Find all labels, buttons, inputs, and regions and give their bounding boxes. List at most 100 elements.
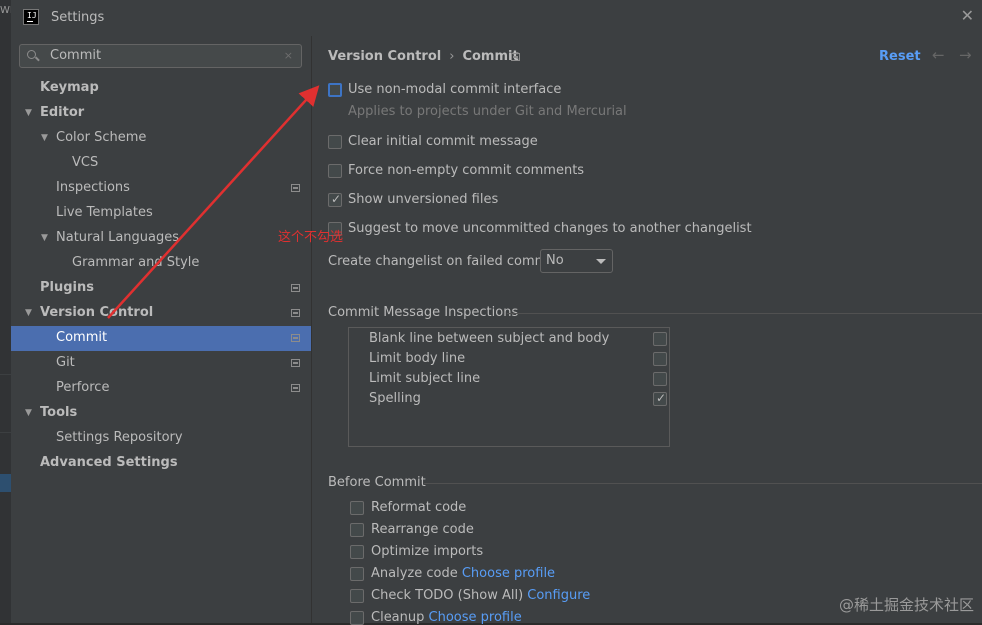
tree-item-inspections[interactable]: Inspections [11,176,311,201]
inspection-label[interactable]: Limit subject line [369,371,480,386]
chevron-down-icon [596,259,606,264]
tree-item-label: Tools [40,405,78,420]
search-icon [27,50,36,59]
expand-arrow-icon[interactable]: ▼ [41,133,48,143]
reformat-code-checkbox[interactable] [350,501,364,515]
non-modal-commit-hint: Applies to projects under Git and Mercur… [348,104,627,119]
inspection-checkbox[interactable] [653,352,667,366]
force-nonempty-comments-checkbox[interactable] [328,164,342,178]
tree-item-natural-languages[interactable]: ▼ Natural Languages [11,226,311,251]
tree-item-label: Settings Repository [56,430,183,445]
inspections-section-title: Commit Message Inspections [328,305,519,320]
project-settings-icon [511,53,520,61]
checkmark-icon: ✓ [656,391,667,405]
reformat-code-label[interactable]: Reformat code [371,500,466,515]
non-modal-commit-checkbox[interactable] [328,83,342,97]
force-nonempty-comments-label[interactable]: Force non-empty commit comments [348,163,584,178]
inspection-checkbox[interactable] [653,332,667,346]
watermark: @稀土掘金技术社区 [838,596,974,614]
rearrange-code-label[interactable]: Rearrange code [371,522,474,537]
tree-item-label: Commit [56,330,108,345]
inspection-label[interactable]: Blank line between subject and body [369,331,609,346]
expand-arrow-icon[interactable]: ▼ [41,233,48,243]
clear-commit-message-label[interactable]: Clear initial commit message [348,134,538,149]
tree-item-label: Grammar and Style [72,255,200,270]
suggest-move-label[interactable]: Suggest to move uncommitted changes to a… [348,221,752,236]
search-input[interactable]: Commit × [19,44,302,68]
tree-item-plugins[interactable]: Plugins [11,276,311,301]
show-unversioned-label[interactable]: Show unversioned files [348,192,498,207]
search-value: Commit [50,48,102,63]
create-changelist-select[interactable]: No [540,249,613,273]
before-commit-section-title: Before Commit [328,475,426,490]
settings-content: Version Control › Commit Reset ← → Use non… [312,36,982,625]
forward-arrow-icon[interactable]: → [959,46,972,64]
inspection-checkbox[interactable]: ✓ [653,391,667,406]
tree-item-label: Editor [40,105,85,120]
clear-commit-message-checkbox[interactable] [328,135,342,149]
tree-item-label: Natural Languages [56,230,180,245]
breadcrumb-separator: › [449,49,455,64]
tree-item-git[interactable]: Git [11,351,311,376]
close-icon[interactable]: ✕ [961,8,974,24]
choose-profile-link[interactable]: Choose profile [462,566,555,581]
clear-search-icon[interactable]: × [284,49,293,62]
tree-item-tools[interactable]: ▼ Tools [11,401,311,426]
tree-item-version-control[interactable]: ▼ Version Control [11,301,311,326]
tree-item-label: Keymap [40,80,99,95]
rearrange-code-checkbox[interactable] [350,523,364,537]
background-highlight [0,474,11,492]
project-settings-icon [291,284,300,292]
tree-item-editor[interactable]: ▼ Editor [11,101,311,126]
check-todo-label[interactable]: Check TODO (Show All) [371,588,523,603]
tree-item-commit[interactable]: Commit [11,326,311,351]
intellij-logo-icon: IJ [23,9,39,25]
analyze-code-checkbox[interactable] [350,567,364,581]
optimize-imports-label[interactable]: Optimize imports [371,544,483,559]
settings-sidebar: Commit × Keymap ▼ Editor ▼ Color Scheme … [11,36,311,623]
tree-item-perforce[interactable]: Perforce [11,376,311,401]
check-todo-row: Check TODO (Show All) Configure [371,588,590,603]
project-settings-icon [291,384,300,392]
tree-item-vcs[interactable]: VCS [11,151,311,176]
project-settings-icon [291,334,300,342]
tree-item-label: VCS [72,155,99,170]
check-todo-checkbox[interactable] [350,589,364,603]
show-unversioned-checkbox[interactable]: ✓ [328,192,342,207]
annotation-text: 这个不勾选 [278,230,344,245]
expand-arrow-icon[interactable]: ▼ [25,408,32,418]
inspection-checkbox[interactable] [653,372,667,386]
back-arrow-icon[interactable]: ← [932,46,945,64]
tree-item-live-templates[interactable]: Live Templates [11,201,311,226]
tree-item-grammar-and-style[interactable]: Grammar and Style [11,251,311,276]
expand-arrow-icon[interactable]: ▼ [25,108,32,118]
tree-item-label: Version Control [40,305,154,320]
window-title: Settings [51,10,105,25]
configure-link[interactable]: Configure [527,588,590,603]
tree-item-label: Live Templates [56,205,153,220]
inspection-label[interactable]: Limit body line [369,351,465,366]
breadcrumb: Version Control › Commit [328,49,519,64]
non-modal-commit-label[interactable]: Use non-modal commit interface [348,82,561,97]
reset-button[interactable]: Reset [879,49,921,64]
tree-item-label: Perforce [56,380,110,395]
tree-item-color-scheme[interactable]: ▼ Color Scheme [11,126,311,151]
inspection-label[interactable]: Spelling [369,391,421,406]
project-settings-icon [291,359,300,367]
analyze-code-label[interactable]: Analyze code [371,566,458,581]
expand-arrow-icon[interactable]: ▼ [25,308,32,318]
tree-item-label: Plugins [40,280,94,295]
breadcrumb-parent[interactable]: Version Control [328,49,441,64]
tree-item-label: Inspections [56,180,130,195]
tree-item-settings-repository[interactable]: Settings Repository [11,426,311,451]
optimize-imports-checkbox[interactable] [350,545,364,559]
tree-item-label: Advanced Settings [40,455,178,470]
analyze-code-row: Analyze code Choose profile [371,566,555,581]
tree-item-label: Git [56,355,75,370]
select-value: No [546,253,564,268]
tree-item-advanced-settings[interactable]: Advanced Settings [11,451,311,476]
background-window-edge: WM [0,0,19,623]
inspections-list: Blank line between subject and body Limi… [348,327,670,447]
tree-item-keymap[interactable]: Keymap [11,76,311,101]
project-settings-icon [291,184,300,192]
